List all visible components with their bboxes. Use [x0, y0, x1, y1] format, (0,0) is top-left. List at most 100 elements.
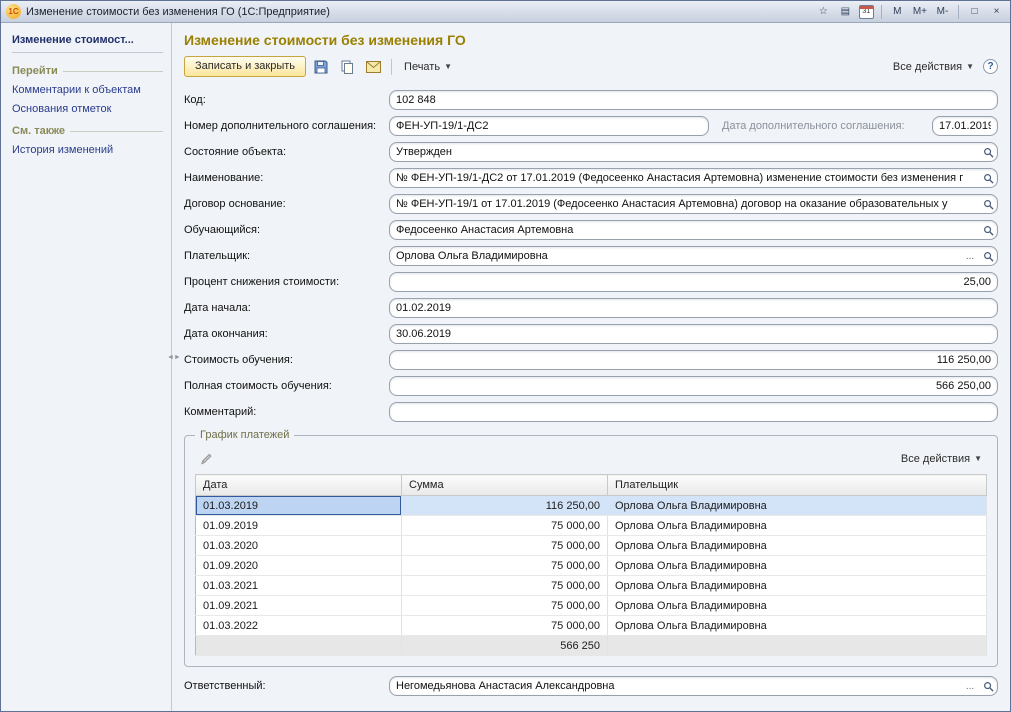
field-label: Обучающийся: [184, 224, 389, 236]
field-label: Номер дополнительного соглашения: [184, 120, 389, 132]
clipboard-icon[interactable]: ▤ [837, 4, 854, 20]
cell-payer[interactable]: Орлова Ольга Владимировна [608, 496, 987, 516]
agreement-number-field [389, 116, 709, 136]
payer-select-button[interactable]: ... [961, 247, 979, 265]
agreement-number-input[interactable] [390, 117, 708, 135]
cell-date[interactable]: 01.03.2021 [196, 576, 402, 596]
cell-amount[interactable]: 75 000,00 [402, 596, 608, 616]
responsible-select-button[interactable]: ... [961, 677, 979, 695]
splitter-grip-icon[interactable]: ◄► [167, 353, 176, 362]
all-actions-label: Все действия [893, 61, 962, 73]
save-and-close-button[interactable]: Записать и закрыть [184, 56, 306, 77]
close-button[interactable]: × [988, 4, 1005, 20]
field-row-tuition-cost: Стоимость обучения: [184, 347, 998, 373]
field-label: Дата начала: [184, 302, 389, 314]
cell-payer[interactable]: Орлова Ольга Владимировна [608, 516, 987, 536]
column-header-amount[interactable]: Сумма [402, 475, 608, 496]
1c-logo-icon[interactable]: 1С [6, 4, 21, 19]
calendar-icon[interactable]: 31 [859, 5, 874, 19]
help-button[interactable]: ? [983, 59, 998, 74]
code-field [389, 90, 998, 110]
field-row-date-start: Дата начала: [184, 295, 998, 321]
cell-amount[interactable]: 75 000,00 [402, 576, 608, 596]
field-row-agreement: Номер дополнительного соглашения: Дата д… [184, 113, 998, 139]
date-end-input[interactable] [390, 325, 997, 343]
table-row[interactable]: 01.09.2021 75 000,00 Орлова Ольга Владим… [196, 596, 987, 616]
student-input[interactable] [390, 221, 979, 239]
form-fields: Код: Номер дополнительного соглашения: Д… [184, 87, 998, 425]
memory-m-minus-button[interactable]: М- [934, 4, 951, 20]
cell-date[interactable]: 01.03.2022 [196, 616, 402, 636]
table-row[interactable]: 01.09.2019 75 000,00 Орлова Ольга Владим… [196, 516, 987, 536]
responsible-lookup-icon[interactable] [979, 677, 997, 695]
payer-lookup-icon[interactable] [979, 247, 997, 265]
object-state-lookup-icon[interactable] [979, 143, 997, 161]
field-label: Полная стоимость обучения: [184, 380, 389, 392]
cell-amount[interactable]: 116 250,00 [402, 496, 608, 516]
sidebar-splitter[interactable]: ◄► [171, 23, 172, 711]
chevron-down-icon: ▼ [974, 454, 982, 463]
all-actions-button[interactable]: Все действия ▼ [888, 59, 979, 75]
mail-icon[interactable] [362, 56, 384, 77]
sidebar-item-mark-reasons[interactable]: Основания отметок [12, 103, 163, 115]
payments-table: Дата Сумма Плательщик 01.03.2019 116 250… [195, 474, 987, 656]
table-row[interactable]: 01.09.2020 75 000,00 Орлова Ольга Владим… [196, 556, 987, 576]
section-header-label: См. также [12, 125, 65, 137]
tuition-cost-input[interactable] [390, 351, 997, 369]
comment-field [389, 402, 998, 422]
divider [12, 52, 163, 53]
table-row[interactable]: 01.03.2021 75 000,00 Орлова Ольга Владим… [196, 576, 987, 596]
column-header-date[interactable]: Дата [196, 475, 402, 496]
cell-date[interactable]: 01.09.2019 [196, 516, 402, 536]
sidebar-item-comments[interactable]: Комментарии к объектам [12, 84, 163, 96]
cell-amount[interactable]: 75 000,00 [402, 536, 608, 556]
table-row[interactable]: 01.03.2019 116 250,00 Орлова Ольга Влади… [196, 496, 987, 516]
print-menu-button[interactable]: Печать ▼ [399, 59, 457, 75]
favorites-star-icon[interactable]: ☆ [815, 4, 832, 20]
cell-payer[interactable]: Орлова Ольга Владимировна [608, 596, 987, 616]
table-row[interactable]: 01.03.2020 75 000,00 Орлова Ольга Владим… [196, 536, 987, 556]
copy-document-icon[interactable] [336, 56, 358, 77]
table-header-row: Дата Сумма Плательщик [196, 475, 987, 496]
edit-pencil-icon[interactable] [195, 448, 217, 469]
payer-input[interactable] [390, 247, 961, 265]
contract-lookup-icon[interactable] [979, 195, 997, 213]
cell-date[interactable]: 01.09.2020 [196, 556, 402, 576]
comment-input[interactable] [390, 403, 997, 421]
cell-payer[interactable]: Орлова Ольга Владимировна [608, 576, 987, 596]
date-start-input[interactable] [390, 299, 997, 317]
cell-amount[interactable]: 75 000,00 [402, 516, 608, 536]
student-lookup-icon[interactable] [979, 221, 997, 239]
field-row-student: Обучающийся: [184, 217, 998, 243]
agreement-date-input[interactable] [933, 117, 997, 135]
field-row-responsible: Ответственный: ... [184, 673, 998, 699]
cell-amount[interactable]: 75 000,00 [402, 616, 608, 636]
contract-input[interactable] [390, 195, 979, 213]
code-input[interactable] [390, 91, 997, 109]
table-row[interactable]: 01.03.2022 75 000,00 Орлова Ольга Владим… [196, 616, 987, 636]
total-amount: 566 250 [402, 636, 608, 656]
save-icon[interactable] [310, 56, 332, 77]
payments-all-actions-button[interactable]: Все действия ▼ [896, 451, 987, 467]
memory-m-button[interactable]: М [889, 4, 906, 20]
name-lookup-icon[interactable] [979, 169, 997, 187]
cell-payer[interactable]: Орлова Ольга Владимировна [608, 536, 987, 556]
sidebar-item-change-history[interactable]: История изменений [12, 144, 163, 156]
name-input[interactable] [390, 169, 979, 187]
payments-toolbar: Все действия ▼ [195, 448, 987, 469]
memory-m-plus-button[interactable]: М+ [911, 4, 929, 20]
object-state-input[interactable] [390, 143, 979, 161]
maximize-button[interactable]: □ [966, 4, 983, 20]
responsible-input[interactable] [390, 677, 961, 695]
cell-date[interactable]: 01.03.2019 [196, 496, 402, 516]
discount-input[interactable] [390, 273, 997, 291]
column-header-payer[interactable]: Плательщик [608, 475, 987, 496]
field-label: Дата окончания: [184, 328, 389, 340]
cell-payer[interactable]: Орлова Ольга Владимировна [608, 556, 987, 576]
full-cost-input[interactable] [390, 377, 997, 395]
field-row-comment: Комментарий: [184, 399, 998, 425]
cell-date[interactable]: 01.09.2021 [196, 596, 402, 616]
cell-date[interactable]: 01.03.2020 [196, 536, 402, 556]
cell-amount[interactable]: 75 000,00 [402, 556, 608, 576]
cell-payer[interactable]: Орлова Ольга Владимировна [608, 616, 987, 636]
